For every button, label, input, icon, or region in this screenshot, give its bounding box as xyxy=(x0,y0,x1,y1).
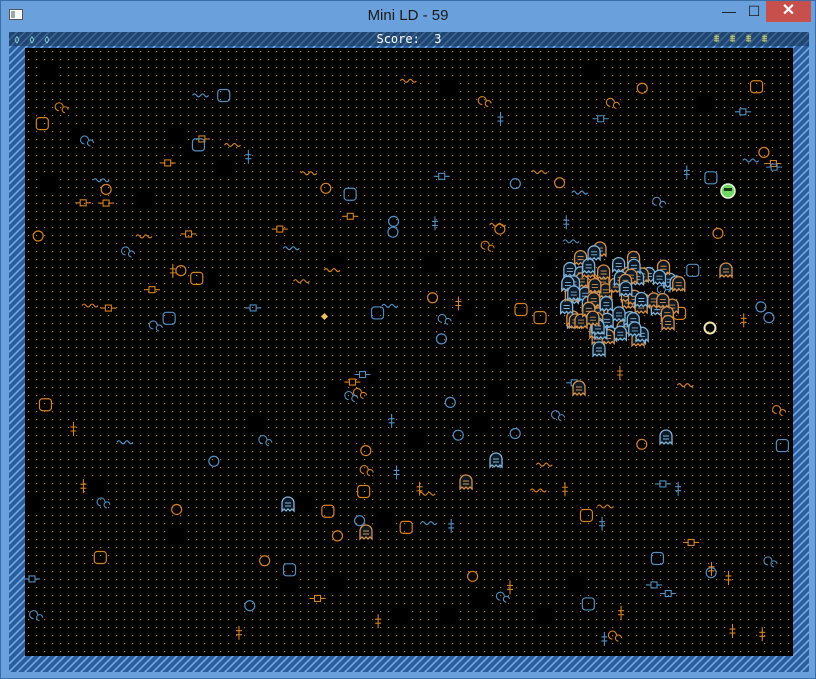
empty-cell xyxy=(441,80,457,96)
enemy-bug xyxy=(574,313,588,330)
empty-cell xyxy=(377,512,393,528)
bomb-icon: ⩩ xyxy=(729,33,736,45)
enemy-bug xyxy=(628,321,642,338)
enemy-bug xyxy=(489,452,503,469)
empty-cell xyxy=(25,496,41,512)
empty-cell xyxy=(537,256,553,272)
empty-cell xyxy=(473,416,489,432)
empty-cell xyxy=(473,592,489,608)
enemy-bug xyxy=(281,496,295,513)
enemy-bug xyxy=(672,276,686,293)
bomb-icon: ⩩ xyxy=(761,33,768,45)
empty-cell xyxy=(697,96,713,112)
enemy-bug xyxy=(359,524,373,541)
enemy-bug xyxy=(634,291,648,309)
empty-cell xyxy=(297,496,313,512)
grid-dots xyxy=(25,48,793,656)
enemy-bug xyxy=(612,306,626,323)
enemy-bug xyxy=(652,269,667,286)
bomb-icon: ⩩ xyxy=(713,33,720,45)
title-bar[interactable]: Mini LD - 59 — ☐ ✕ xyxy=(1,1,815,30)
empty-cell xyxy=(697,240,713,256)
enemy-bug xyxy=(586,310,600,327)
empty-cell xyxy=(585,64,601,80)
enemy-bug xyxy=(656,292,670,310)
empty-cell xyxy=(489,304,505,320)
empty-cell xyxy=(329,576,345,592)
wall-bottom xyxy=(9,656,809,672)
empty-cell xyxy=(249,416,265,432)
score-display: Score: 3 xyxy=(9,32,809,46)
wall-left xyxy=(9,48,25,656)
enemy-bug xyxy=(611,256,626,274)
empty-cell xyxy=(89,480,105,496)
maximize-button[interactable]: ☐ xyxy=(740,1,768,22)
empty-cell xyxy=(281,576,297,592)
game-canvas[interactable]: ⬨ ⬨ ⬨ Score: 3 ⩩ ⩩ ⩩ ⩩ xyxy=(9,32,809,672)
empty-cell xyxy=(329,256,345,272)
empty-cell xyxy=(409,432,425,448)
empty-cell xyxy=(169,128,185,144)
wall-right xyxy=(793,48,809,656)
minimize-button[interactable]: — xyxy=(715,1,743,22)
empty-cell xyxy=(489,352,505,368)
enemy-bug xyxy=(619,280,633,298)
enemy-bug xyxy=(587,245,601,262)
app-window: Mini LD - 59 — ☐ ✕ ⬨ ⬨ ⬨ Score: 3 ⩩ ⩩ ⩩ … xyxy=(0,0,816,679)
enemy-bug xyxy=(588,277,602,295)
window-title: Mini LD - 59 xyxy=(367,7,449,24)
enemy-bug xyxy=(567,285,581,302)
empty-cell xyxy=(537,608,553,624)
bombs-indicator: ⩩ ⩩ ⩩ ⩩ xyxy=(709,32,772,46)
empty-cell xyxy=(425,256,441,272)
empty-cell xyxy=(489,384,505,400)
empty-cell xyxy=(201,272,217,288)
enemy-bug xyxy=(719,262,733,279)
game-field xyxy=(9,32,809,672)
empty-cell xyxy=(457,304,473,320)
enemy-bug xyxy=(613,325,627,342)
score-value: 3 xyxy=(434,32,442,46)
close-button[interactable]: ✕ xyxy=(766,1,811,22)
score-label: Score: xyxy=(376,32,420,46)
enemy-bug xyxy=(599,296,613,313)
enemy-bug xyxy=(592,341,606,358)
enemy-bug xyxy=(582,258,596,275)
enemy-bug xyxy=(459,474,473,491)
empty-cell xyxy=(41,176,57,192)
enemy-bug xyxy=(659,429,673,446)
enemy-bug xyxy=(559,298,574,316)
empty-cell xyxy=(329,384,345,400)
empty-cell xyxy=(569,576,585,592)
bomb-icon: ⩩ xyxy=(745,33,752,45)
empty-cell xyxy=(361,368,377,384)
empty-cell xyxy=(169,528,185,544)
empty-cell xyxy=(697,304,713,320)
empty-cell xyxy=(393,608,409,624)
enemy-bug xyxy=(563,261,577,279)
enemy-bug xyxy=(596,264,611,281)
empty-cell xyxy=(217,160,233,176)
empty-cell xyxy=(441,608,457,624)
empty-cell xyxy=(137,192,153,208)
enemy-bug xyxy=(572,380,586,397)
empty-cell xyxy=(41,64,57,80)
enemy-bug xyxy=(661,314,675,332)
player-visor xyxy=(724,188,732,191)
